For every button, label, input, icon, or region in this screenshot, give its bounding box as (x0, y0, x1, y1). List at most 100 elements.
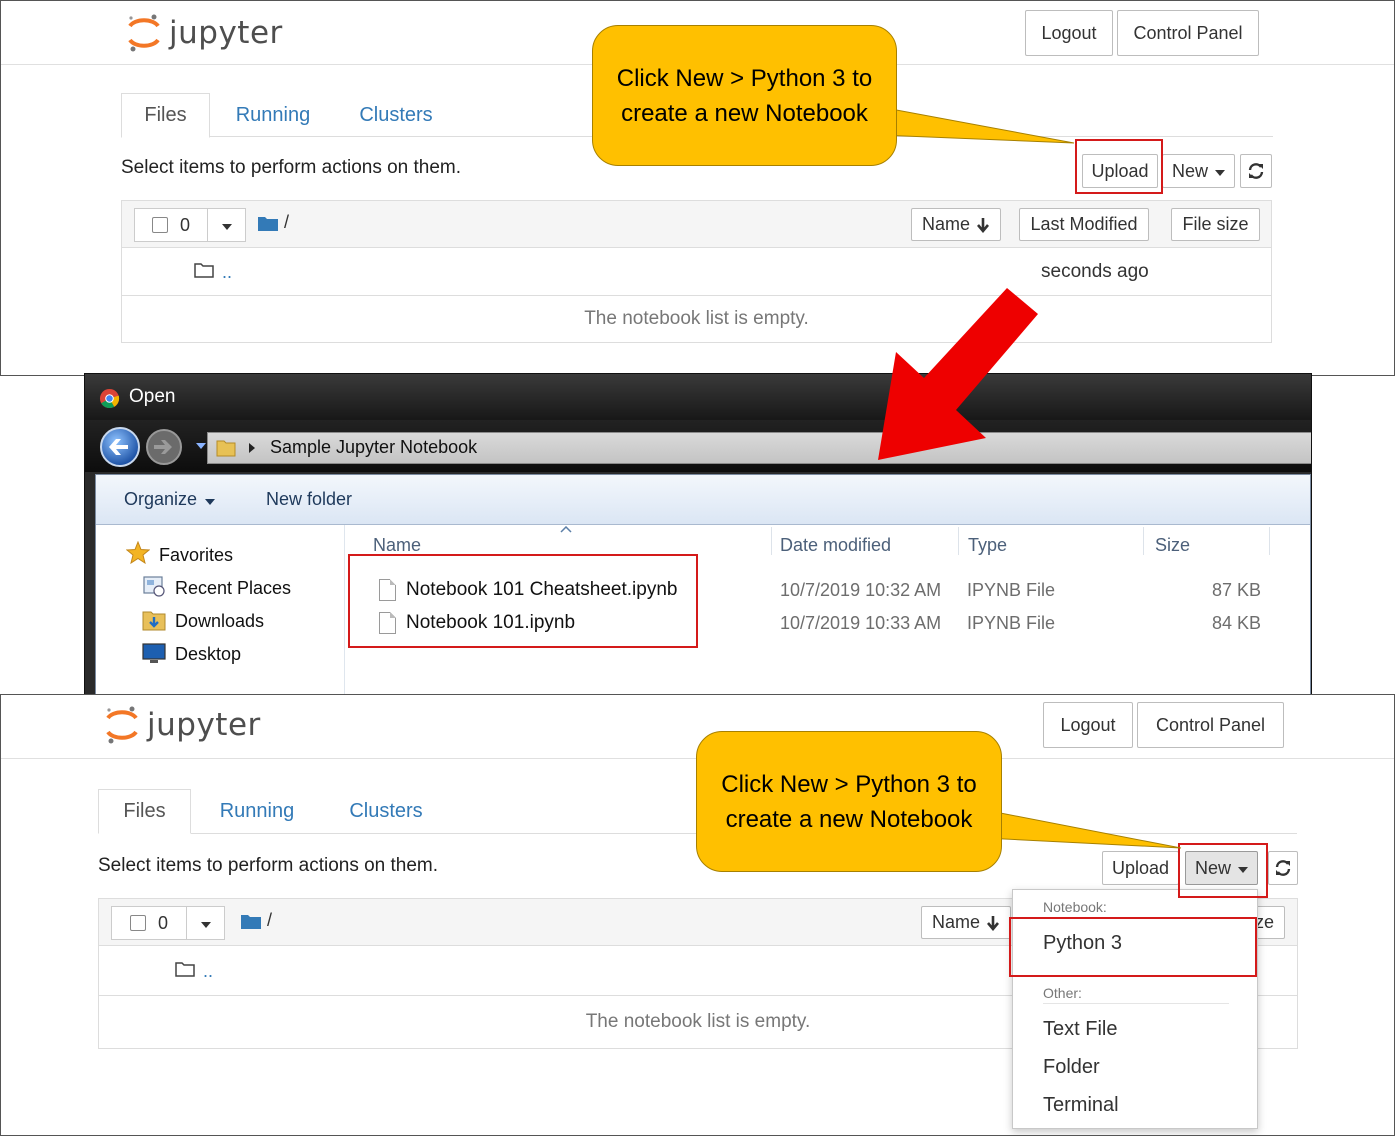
new-folder-button[interactable]: New folder (266, 489, 352, 510)
column-header-type[interactable]: Type (968, 535, 1007, 556)
folder-icon[interactable] (258, 215, 278, 231)
refresh-icon (1275, 860, 1291, 876)
upload-highlight-box (1075, 139, 1163, 194)
jupyter-logo[interactable]: jupyter (127, 13, 283, 53)
forward-arrow-icon[interactable] (145, 428, 183, 466)
select-all-group: 0 (111, 906, 225, 940)
column-separator[interactable] (1143, 527, 1144, 555)
column-header-size[interactable]: Size (1155, 535, 1190, 556)
arrow-down-icon (987, 915, 999, 931)
python3-highlight-box (1009, 917, 1257, 977)
folder-icon[interactable] (241, 913, 261, 929)
sidebar-item-desktop[interactable]: Desktop (175, 644, 241, 665)
dropdown-header-other: Other: (1043, 985, 1082, 1001)
notebook-list: 0 / Name Last Modified File size .. seco… (121, 200, 1272, 343)
address-path: Sample Jupyter Notebook (270, 437, 478, 457)
dialog-title: Open (129, 386, 176, 407)
list-item[interactable]: .. seconds ago (122, 248, 1271, 296)
sidebar-item-recent-places[interactable]: Recent Places (175, 578, 291, 599)
control-panel-button[interactable]: Control Panel (1137, 702, 1284, 748)
caret-down-icon (205, 499, 216, 505)
sort-ascending-icon (560, 526, 572, 533)
jupyter-logo[interactable]: jupyter (105, 705, 261, 745)
breadcrumb-arrow-icon[interactable] (248, 442, 256, 454)
file-size: 87 KB (1212, 580, 1262, 600)
tab-clusters[interactable]: Clusters (346, 93, 446, 138)
parent-dir-link[interactable]: .. (203, 961, 213, 982)
refresh-button[interactable] (1268, 851, 1298, 885)
sort-name-button[interactable]: Name (921, 906, 1011, 939)
arrow-down-icon (977, 217, 989, 233)
star-icon (126, 541, 150, 564)
parent-dir-link[interactable]: .. (222, 262, 232, 283)
caret-down-icon (1215, 169, 1225, 176)
column-separator[interactable] (1269, 527, 1270, 555)
file-type: IPYNB File (967, 580, 1056, 600)
folder-outline-icon (175, 962, 195, 977)
selected-count: 0 (179, 214, 190, 235)
tab-clusters[interactable]: Clusters (335, 789, 437, 834)
folder-icon (216, 440, 236, 457)
logout-button[interactable]: Logout (1043, 702, 1133, 748)
callout-tail-top (880, 106, 1075, 144)
sidebar-item-downloads[interactable]: Downloads (175, 611, 264, 632)
organize-button[interactable]: Organize (124, 489, 216, 510)
select-dropdown-button[interactable] (187, 906, 225, 940)
column-separator[interactable] (958, 527, 959, 555)
dropdown-divider (1043, 1003, 1229, 1004)
new-button[interactable]: New (1162, 154, 1235, 188)
select-all-checkbox[interactable]: 0 (111, 906, 187, 940)
path-root[interactable]: / (267, 910, 272, 931)
menu-item-terminal[interactable]: Terminal (1043, 1094, 1119, 1117)
checkbox-icon (151, 217, 168, 233)
select-dropdown-button[interactable] (208, 208, 246, 242)
select-all-group: 0 (134, 208, 246, 242)
dialog-toolbar: Organize New folder (96, 475, 1310, 525)
column-separator[interactable] (771, 527, 772, 555)
open-file-dialog: Open Sample Jupyter Notebook Organize Ne… (84, 373, 1312, 695)
callout-tail-bottom (985, 809, 1182, 849)
checkbox-icon (129, 915, 146, 931)
logo-text: jupyter (147, 707, 261, 743)
sort-name-label: Name (931, 912, 980, 932)
recent-locations-caret-icon[interactable] (196, 443, 206, 449)
dialog-body: Organize New folder Favorites Recent Pla… (95, 474, 1311, 694)
selected-count: 0 (157, 912, 168, 933)
callout-top: Click New > Python 3 to create a new Not… (592, 25, 897, 166)
jupyter-logo-icon (106, 706, 138, 744)
select-items-text: Select items to perform actions on them. (121, 157, 462, 178)
file-size: 84 KB (1212, 613, 1262, 633)
caret-down-icon (221, 223, 232, 230)
tab-running[interactable]: Running (206, 789, 308, 834)
column-header-date-modified[interactable]: Date modified (780, 535, 891, 556)
column-header-name[interactable]: Name (373, 535, 421, 556)
caret-down-icon (200, 921, 211, 928)
sort-file-size-button[interactable]: File size (1171, 208, 1260, 241)
folder-outline-icon (194, 263, 214, 278)
path-root[interactable]: / (284, 212, 289, 233)
refresh-button[interactable] (1240, 154, 1272, 188)
dialog-sidebar: Favorites Recent Places Downloads Deskto… (96, 525, 345, 694)
dialog-titlebar: Open (85, 374, 1311, 422)
tab-files[interactable]: Files (98, 789, 191, 834)
tab-running[interactable]: Running (223, 93, 323, 138)
back-arrow-icon[interactable] (99, 426, 141, 468)
chrome-icon (99, 388, 120, 409)
menu-item-folder[interactable]: Folder (1043, 1056, 1100, 1079)
select-items-text: Select items to perform actions on them. (98, 855, 439, 876)
sidebar-item-favorites[interactable]: Favorites (159, 545, 233, 566)
organize-label: Organize (124, 489, 198, 509)
callout-bottom: Click New > Python 3 to create a new Not… (696, 731, 1002, 872)
menu-item-text-file[interactable]: Text File (1043, 1018, 1117, 1041)
sort-last-modified-button[interactable]: Last Modified (1019, 208, 1149, 241)
new-button-label: New (1171, 160, 1208, 181)
select-all-checkbox[interactable]: 0 (134, 208, 208, 242)
control-panel-button[interactable]: Control Panel (1117, 10, 1259, 56)
tab-files[interactable]: Files (121, 93, 210, 138)
logout-button[interactable]: Logout (1025, 10, 1113, 56)
address-bar[interactable]: Sample Jupyter Notebook (207, 432, 1311, 464)
dropdown-header-notebook: Notebook: (1043, 899, 1107, 915)
sort-name-button[interactable]: Name (911, 208, 1001, 241)
desktop-icon (142, 643, 166, 663)
parent-modified-time: seconds ago (1041, 261, 1149, 282)
